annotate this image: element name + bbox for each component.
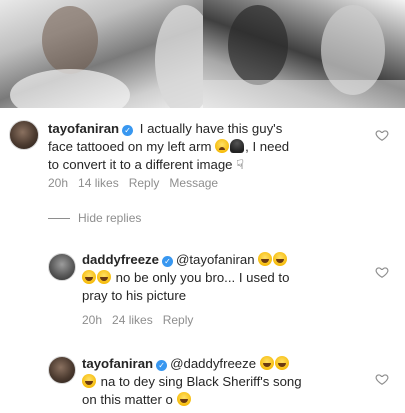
verified-badge-icon: ✓ <box>122 125 134 136</box>
message-button[interactable]: Message <box>169 176 218 190</box>
post-image-strip[interactable] <box>0 0 405 108</box>
heart-icon[interactable] <box>375 265 389 279</box>
timestamp: 20h <box>48 176 69 190</box>
comment-daddyfreeze: daddyfreeze ✓ @tayofaniran no be only you … <box>0 245 405 335</box>
likes-count[interactable]: 14 likes <box>78 176 119 190</box>
heart-icon[interactable] <box>375 128 389 142</box>
comment-text: , I need <box>245 139 290 154</box>
verified-badge-icon: ✓ <box>161 256 173 267</box>
username-link[interactable]: tayofaniran <box>82 356 153 371</box>
likes-count[interactable]: 24 likes <box>112 313 153 327</box>
comment-text: to convert it to a different image <box>48 157 233 172</box>
divider <box>48 217 70 219</box>
comment-text: I actually have this guy's <box>136 121 283 136</box>
comment-body: daddyfreeze ✓ @tayofaniran no be only you … <box>82 251 372 305</box>
comment-meta: 20h 24 likes Reply <box>82 313 193 327</box>
post-photo-left <box>0 0 203 108</box>
post-photo-right <box>203 0 405 108</box>
comment-tayofaniran: tayofaniran ✓ I actually have this guy's … <box>0 110 405 200</box>
avatar[interactable] <box>48 356 76 384</box>
face-with-tears-of-joy-icon <box>274 356 289 370</box>
mention-link[interactable]: @daddyfreeze <box>170 356 256 371</box>
username-link[interactable]: tayofaniran <box>48 121 119 136</box>
mention-link[interactable]: @tayofaniran <box>176 252 255 267</box>
face-with-tears-of-joy-icon <box>97 270 111 284</box>
comment-text: face tattooed on my left arm <box>48 139 212 154</box>
bust-silhouette-icon <box>230 139 245 153</box>
hide-replies-button[interactable]: Hide replies <box>48 211 141 225</box>
comment-text: na to dey sing Black Sheriff's song <box>97 374 302 389</box>
hide-replies-label: Hide replies <box>78 211 142 225</box>
face-with-tears-of-joy-icon <box>259 356 274 370</box>
timestamp: 20h <box>82 313 103 327</box>
comment-body: tayofaniran ✓ I actually have this guy's … <box>48 120 368 174</box>
comment-text: no be only you bro... I used to <box>112 270 290 285</box>
face-with-tears-of-joy-icon <box>82 270 96 284</box>
comment-tayofaniran-reply: tayofaniran ✓ @daddyfreeze na to dey sing … <box>0 350 405 413</box>
reply-button[interactable]: Reply <box>129 176 160 190</box>
face-with-tears-of-joy-icon <box>273 252 288 266</box>
avatar[interactable] <box>9 120 39 150</box>
pointing-down-icon: ☟ <box>236 157 245 172</box>
comment-text: pray to his picture <box>82 288 187 303</box>
heart-icon[interactable] <box>375 372 389 386</box>
comment-text: on this matter o <box>82 392 173 407</box>
face-with-tears-of-joy-icon <box>258 252 273 266</box>
reply-button[interactable]: Reply <box>163 313 194 327</box>
comment-body: tayofaniran ✓ @daddyfreeze na to dey sing … <box>82 355 372 409</box>
crying-face-icon <box>215 139 230 153</box>
avatar[interactable] <box>48 253 76 281</box>
face-with-tears-of-joy-icon <box>176 392 191 406</box>
username-link[interactable]: daddyfreeze <box>82 252 159 267</box>
face-with-tears-of-joy-icon <box>82 374 96 388</box>
comment-meta: 20h 14 likes Reply Message <box>48 176 218 190</box>
verified-badge-icon: ✓ <box>156 360 168 371</box>
